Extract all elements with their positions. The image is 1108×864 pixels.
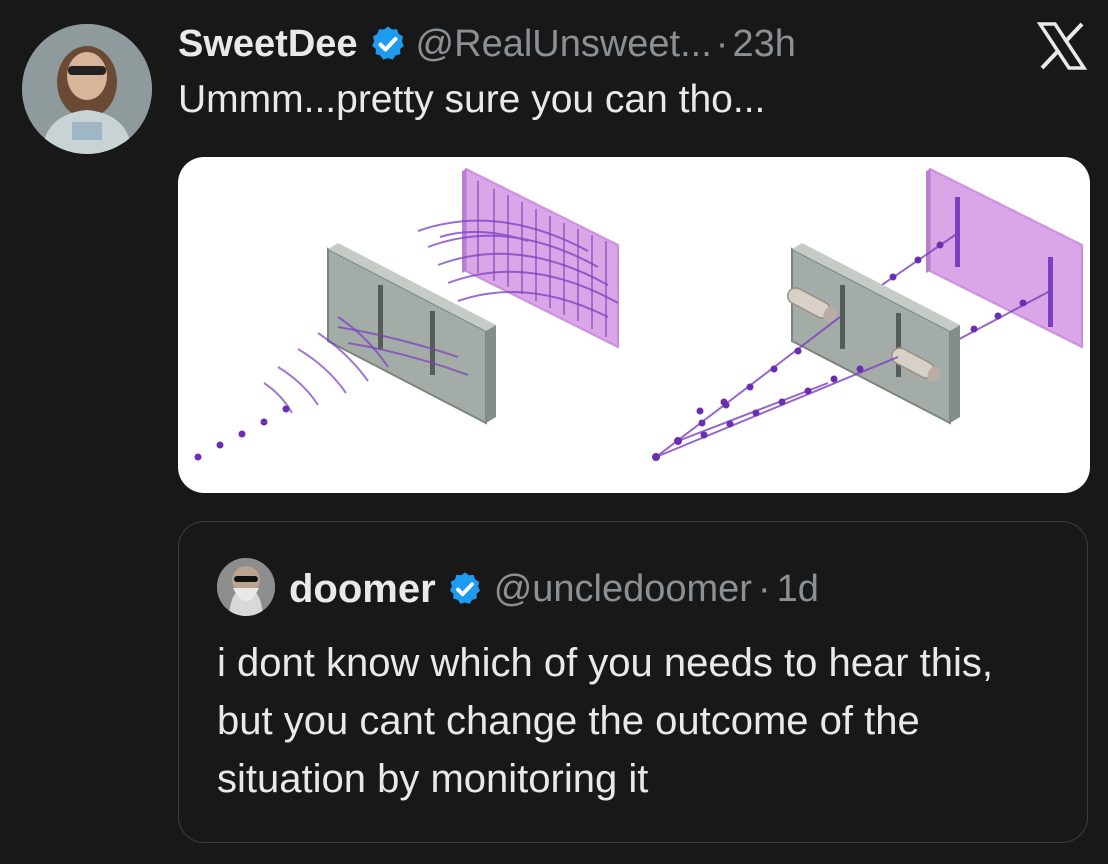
author-avatar[interactable] [22, 24, 152, 154]
quoted-avatar-image [217, 558, 275, 616]
quoted-post-timestamp[interactable]: 1d [777, 568, 819, 611]
x-logo-icon[interactable] [1036, 20, 1088, 72]
quoted-post-header: doomer @uncledoomer · 1d [289, 562, 819, 616]
quoted-post-text: i dont know which of you needs to hear t… [217, 641, 994, 801]
post-timestamp[interactable]: 23h [732, 23, 795, 66]
header-separator: · [715, 22, 729, 65]
double-slit-illustration [194, 167, 1083, 461]
post-media-image[interactable] [178, 157, 1090, 493]
quoted-header-separator: · [757, 567, 771, 610]
verified-badge-icon [368, 24, 408, 64]
verified-badge-icon [446, 570, 484, 608]
author-display-name[interactable]: SweetDee [178, 23, 358, 66]
author-handle[interactable]: @RealUnsweet... [416, 23, 712, 66]
avatar-image [22, 24, 152, 154]
quoted-author-avatar[interactable] [217, 558, 275, 616]
quoted-post-card[interactable]: doomer @uncledoomer · 1d i dont know whi… [178, 521, 1088, 843]
post-text: Ummm...pretty sure you can tho... [178, 78, 766, 121]
quoted-author-handle[interactable]: @uncledoomer [494, 568, 752, 611]
post-header: SweetDee @RealUnsweet... · 23h [178, 14, 796, 74]
quoted-author-display-name[interactable]: doomer [289, 567, 436, 612]
